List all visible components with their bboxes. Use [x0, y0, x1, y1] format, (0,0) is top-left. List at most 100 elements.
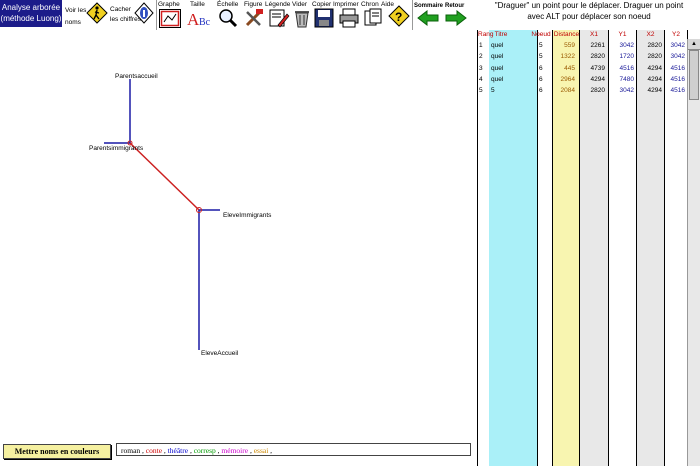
- table-cell-distance[interactable]: 2084: [553, 86, 575, 96]
- scroll-thumb[interactable]: [689, 50, 699, 100]
- taille-label: Taille: [190, 1, 205, 8]
- printer-icon: [339, 8, 359, 28]
- svg-text:?: ?: [395, 10, 402, 24]
- table-scrollbar[interactable]: ▲: [687, 39, 700, 466]
- figure-label: Figure: [244, 1, 263, 8]
- table-cell-rang[interactable]: 5: [479, 86, 489, 96]
- table-cell-distance[interactable]: 2964: [553, 75, 575, 85]
- table-cell-x1[interactable]: 2261: [580, 41, 605, 51]
- aide-button[interactable]: ?: [388, 5, 410, 32]
- arrow-left-icon: [417, 9, 439, 27]
- header-titre[interactable]: Titre: [491, 30, 511, 40]
- table-cell-rang[interactable]: 2: [479, 52, 489, 62]
- copier-label: Copier: [312, 1, 332, 8]
- table-cell-rang[interactable]: 3: [479, 64, 489, 74]
- table-cell-y2[interactable]: 4516: [665, 64, 685, 74]
- edit-document-icon: [269, 9, 290, 28]
- table-cell-x1[interactable]: 2820: [580, 86, 605, 96]
- table-cell-x2[interactable]: 2820: [637, 41, 662, 51]
- table-cell-y2[interactable]: 4516: [665, 86, 685, 96]
- leaf-label-parents-accueil[interactable]: Parentsaccueil: [115, 73, 158, 80]
- legend-item: conte: [145, 446, 163, 455]
- table-cell-noeud[interactable]: 6: [539, 64, 551, 74]
- header-distance[interactable]: Distance: [553, 30, 580, 40]
- graphe-label: Graphe: [158, 1, 180, 8]
- tree-canvas[interactable]: Parentsaccueil Parentsimmigrants EleveIm…: [0, 30, 476, 440]
- table-cell-x2[interactable]: 4294: [637, 86, 662, 96]
- legende-label: Légende: [265, 1, 291, 8]
- sommaire-label: Sommaire: [414, 3, 444, 9]
- table-cell-titre[interactable]: quel: [491, 75, 521, 85]
- retour-button[interactable]: [445, 9, 467, 31]
- leaf-label-eleve-accueil[interactable]: EleveAccueil: [201, 350, 239, 357]
- imprimer-label: Imprimer: [333, 1, 359, 8]
- echelle-label: Échelle: [217, 1, 239, 8]
- header-x2[interactable]: X2: [637, 30, 664, 40]
- scroll-up-icon[interactable]: ▲: [688, 39, 700, 50]
- table-cell-distance[interactable]: 445: [553, 64, 575, 74]
- retour-label: Retour: [445, 3, 465, 9]
- table-cell-titre[interactable]: 5: [491, 86, 521, 96]
- trash-icon: [295, 11, 309, 28]
- table-cell-x1[interactable]: 4294: [580, 75, 605, 85]
- table-cell-titre[interactable]: quel: [491, 64, 521, 74]
- table-cell-y1[interactable]: 3042: [609, 86, 634, 96]
- instructions: "Draguer" un point pour le déplacer. Dra…: [494, 1, 684, 21]
- header-x1[interactable]: X1: [580, 30, 608, 40]
- header-rang[interactable]: Rang: [478, 30, 494, 40]
- table-cell-y1[interactable]: 1720: [609, 52, 634, 62]
- table-cell-rang[interactable]: 1: [479, 41, 489, 51]
- table-cell-titre[interactable]: quel: [491, 52, 521, 62]
- table-cell-x1[interactable]: 2820: [580, 52, 605, 62]
- table-cell-noeud[interactable]: 5: [539, 52, 551, 62]
- chron-label: Chron: [361, 1, 379, 8]
- legend-item: mémoire: [221, 446, 249, 455]
- table-cell-y1[interactable]: 3042: [609, 41, 634, 51]
- tools-icon: [245, 9, 263, 27]
- chronology-icon: [364, 8, 382, 26]
- table-cell-x2[interactable]: 4294: [637, 75, 662, 85]
- table-cell-y2[interactable]: 3042: [665, 52, 685, 62]
- cacher-chiffres-button[interactable]: [134, 2, 154, 29]
- toolbar-separator: [412, 0, 413, 30]
- header-y2[interactable]: Y2: [665, 30, 687, 40]
- table-cell-distance[interactable]: 1322: [553, 52, 575, 62]
- table-cell-y2[interactable]: 3042: [665, 41, 685, 51]
- table-cell-y1[interactable]: 4516: [609, 64, 634, 74]
- header-noeud[interactable]: Noeud: [528, 30, 554, 40]
- pedestrian-sign-icon: [86, 2, 108, 24]
- svg-text:Bc: Bc: [199, 17, 211, 28]
- floppy-disk-icon: [314, 8, 334, 28]
- app-title: Analyse arborée (méthode Luong): [0, 0, 62, 27]
- voir-noms-label[interactable]: Voir les noms: [65, 7, 86, 26]
- vider-label: Vider: [292, 1, 308, 8]
- table-cell-noeud[interactable]: 5: [539, 41, 551, 51]
- table-cell-x2[interactable]: 4294: [637, 64, 662, 74]
- table-cell-noeud[interactable]: 6: [539, 86, 551, 96]
- leaf-label-parents-immigrants[interactable]: Parentsimmigrants: [89, 145, 144, 152]
- sommaire-button[interactable]: [417, 9, 439, 31]
- table-cell-y1[interactable]: 7480: [609, 75, 634, 85]
- table-cell-y2[interactable]: 4516: [665, 75, 685, 85]
- legend-item: théâtre: [167, 446, 189, 455]
- table-cell-rang[interactable]: 4: [479, 75, 489, 85]
- legend-item: essai: [253, 446, 269, 455]
- legend-item: corresp: [193, 446, 216, 455]
- magnifier-icon: [219, 9, 238, 28]
- legend-item: roman: [121, 446, 141, 455]
- table-cell-x1[interactable]: 4739: [580, 64, 605, 74]
- color-names-button[interactable]: Mettre noms en couleurs: [3, 444, 111, 459]
- table-cell-noeud[interactable]: 6: [539, 75, 551, 85]
- graph-icon: [159, 9, 181, 28]
- header-y1[interactable]: Y1: [609, 30, 636, 40]
- toolbar-separator: [156, 0, 157, 30]
- toolbar: Analyse arborée (méthode Luong) Voir les…: [0, 0, 478, 31]
- branch-internal[interactable]: [129, 142, 200, 211]
- table-cell-distance[interactable]: 559: [553, 41, 575, 51]
- table-cell-x2[interactable]: 2820: [637, 52, 662, 62]
- leaf-label-eleve-immigrants[interactable]: EleveImmigrants: [223, 212, 272, 219]
- info-sign-icon: [134, 2, 154, 24]
- table-cell-titre[interactable]: quel: [491, 41, 521, 51]
- arrow-right-icon: [445, 9, 467, 27]
- voir-noms-button[interactable]: [86, 2, 108, 29]
